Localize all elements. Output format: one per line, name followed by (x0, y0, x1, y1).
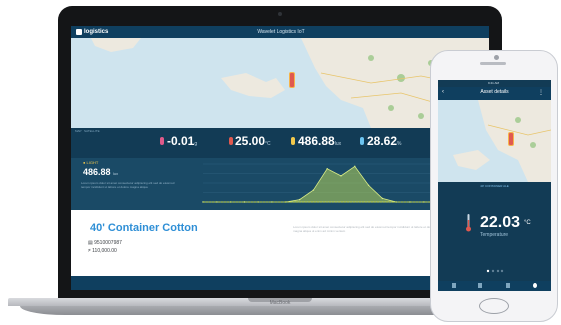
temperature-label: Temperature (480, 232, 509, 238)
home-icon[interactable] (452, 283, 456, 288)
container-value-row: ≠ 110,000.00 (88, 248, 117, 254)
sensor-value-unit: lux (113, 171, 119, 176)
container-title: 40' Container Cotton (90, 222, 198, 234)
container-id: 9510007987 (94, 240, 122, 246)
chart-point (312, 189, 315, 191)
phone-title: Asset details (480, 89, 509, 95)
container-details (71, 210, 489, 276)
page-title: Wavelet Logistics IoT (257, 29, 305, 35)
stat-acceleration-unit: g (194, 141, 198, 147)
chart-point (367, 184, 370, 187)
phone-camera (494, 55, 499, 60)
page-indicator[interactable] (486, 269, 504, 273)
app-logo[interactable]: logistics (84, 28, 108, 36)
sensor-label: ● LIGHT (83, 160, 99, 165)
more-icon[interactable]: ⋮ (538, 89, 544, 96)
chart-point (381, 197, 384, 200)
sensor-label-text: LIGHT (86, 160, 99, 165)
barcode-icon: ▤ (88, 240, 93, 246)
logo-icon[interactable] (76, 29, 82, 35)
container-value: 110,000.00 (92, 248, 117, 254)
temperature-unit: °C (524, 220, 531, 226)
stat-temperature-unit: °C (265, 141, 271, 147)
currency-icon: ≠ (88, 248, 91, 254)
stat-light[interactable]: 486.88lux (298, 134, 341, 151)
stat-humidity-unit: % (397, 141, 402, 147)
app-footer (71, 276, 489, 290)
sensor-value: 486.88 lux (83, 167, 118, 177)
phone-screen: 9:41 AM ‹ Asset details ⋮ 40' CONTAINER … (438, 80, 551, 291)
temperature-value: 22.03 (480, 214, 521, 231)
app-header: logistics Wavelet Logistics IoT (71, 26, 489, 38)
container-id-row: ▤ 9510007987 (88, 240, 122, 246)
stat-humidity[interactable]: 28.62% (367, 134, 401, 151)
stat-acceleration-value: -0.01 (167, 134, 195, 148)
map-land-icon (453, 100, 551, 182)
stat-light-unit: lux (334, 141, 342, 147)
chart-point (326, 168, 328, 170)
sensor-description: Lorem ipsum dolor sit amet consectetur a… (81, 181, 175, 189)
stat-acceleration[interactable]: -0.01g (167, 134, 197, 151)
phone-speaker (480, 62, 506, 65)
container-note: Lorem ipsum dolor sit amet consectetur a… (293, 225, 436, 233)
laptop-screen: logistics Wavelet Logistics IoT MAP SATE… (71, 26, 489, 290)
thermometer-icon (466, 214, 471, 232)
humidity-icon (360, 137, 364, 145)
asset-marker-icon[interactable] (508, 132, 514, 146)
asset-map[interactable] (71, 38, 489, 128)
stat-light-value: 486.88 (298, 134, 335, 148)
chart-point (340, 175, 342, 177)
laptop-camera (278, 12, 282, 16)
asset-marker-icon[interactable] (289, 72, 295, 88)
list-icon[interactable] (478, 283, 482, 288)
phone-location: 40' CONTAINER ALE (480, 184, 509, 188)
sensor-value-number: 486.88 (83, 167, 111, 177)
settings-icon[interactable] (533, 283, 537, 288)
stats-bar (71, 128, 489, 158)
alert-icon[interactable] (506, 283, 510, 288)
map-land-icon (91, 38, 489, 128)
acceleration-icon (160, 137, 164, 145)
chevron-left-icon[interactable]: ‹ (442, 89, 444, 95)
light-bulb-icon (291, 137, 295, 145)
stat-temperature-value: 25.00 (235, 134, 266, 148)
status-time: 9:41 AM (488, 81, 500, 85)
stat-humidity-value: 28.62 (367, 134, 398, 148)
map-view-controls[interactable]: MAP SATELLITE (75, 129, 100, 133)
laptop-brand: MacBook (269, 300, 291, 306)
map-control-satellite[interactable]: SATELLITE (84, 129, 100, 133)
thermometer-icon (229, 137, 233, 145)
chart-point (298, 198, 301, 201)
chart-point (354, 165, 356, 168)
stat-temperature[interactable]: 25.00°C (235, 134, 271, 151)
phone-map[interactable] (438, 100, 551, 182)
map-control-map[interactable]: MAP (75, 129, 81, 133)
phone-home-button[interactable] (479, 298, 509, 314)
